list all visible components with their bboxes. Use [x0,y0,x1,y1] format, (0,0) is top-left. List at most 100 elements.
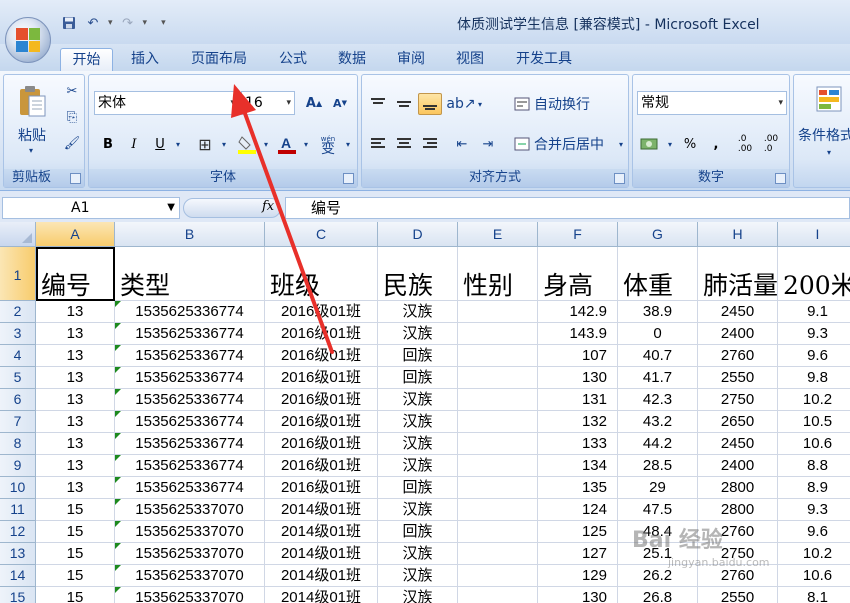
table-cell[interactable]: 15 [36,565,115,587]
tab-insert[interactable]: 插入 [120,48,170,71]
column-header-e[interactable]: E [458,222,538,247]
chevron-down-icon[interactable]: ▾ [26,145,36,155]
table-cell[interactable]: 13 [36,301,115,323]
table-cell[interactable]: 13 [36,389,115,411]
header-cell[interactable]: 类型 [115,247,265,301]
bold-button[interactable]: B [97,133,119,155]
table-cell[interactable] [458,433,538,455]
dialog-launcher-icon[interactable] [614,173,625,184]
table-cell[interactable] [458,455,538,477]
table-cell[interactable] [458,499,538,521]
table-cell[interactable]: 13 [36,367,115,389]
table-cell[interactable]: 135 [538,477,618,499]
table-cell[interactable]: 9.8 [778,367,850,389]
table-cell[interactable]: 43.2 [618,411,698,433]
table-cell[interactable] [458,521,538,543]
save-icon[interactable] [60,14,78,32]
orientation-icon[interactable]: ab↗ [446,93,475,115]
table-cell[interactable] [458,301,538,323]
column-header-g[interactable]: G [618,222,698,247]
table-cell[interactable]: 汉族 [378,411,458,433]
table-cell[interactable]: 13 [36,477,115,499]
table-cell[interactable]: 1535625336774 [115,477,265,499]
table-cell[interactable]: 10.6 [778,433,850,455]
phonetic-icon[interactable]: wén 变 [315,131,341,157]
table-cell[interactable]: 汉族 [378,455,458,477]
table-cell[interactable]: 汉族 [378,301,458,323]
font-name-field[interactable]: 宋体 ▾ [94,91,239,115]
column-header-c[interactable]: C [265,222,378,247]
table-cell[interactable]: 9.3 [778,499,850,521]
fill-color-icon[interactable] [235,133,259,155]
row-header-15[interactable]: 15 [0,587,36,603]
header-cell[interactable]: 性别 [458,247,538,301]
header-cell[interactable]: 编号 [36,247,115,301]
number-format-field[interactable]: 常规 ▾ [637,91,787,115]
header-cell[interactable]: 肺活量 [698,247,778,301]
table-cell[interactable]: 0 [618,323,698,345]
table-cell[interactable]: 13 [36,433,115,455]
row-header-8[interactable]: 8 [0,433,36,455]
comma-button[interactable]: , [705,133,727,155]
table-cell[interactable]: 2016级01班 [265,389,378,411]
table-cell[interactable]: 2014级01班 [265,565,378,587]
row-header-2[interactable]: 2 [0,301,36,323]
chevron-down-icon[interactable]: ▾ [475,99,485,109]
table-cell[interactable]: 1535625336774 [115,411,265,433]
align-center-icon[interactable] [392,133,416,155]
chevron-down-icon[interactable]: ▾ [219,139,229,149]
row-header-4[interactable]: 4 [0,345,36,367]
table-cell[interactable]: 2014级01班 [265,543,378,565]
table-cell[interactable]: 2014级01班 [265,499,378,521]
conditional-format-icon[interactable] [814,83,844,115]
table-cell[interactable] [458,565,538,587]
table-cell[interactable]: 1535625337070 [115,565,265,587]
row-header-1[interactable]: 1 [0,247,36,301]
row-header-10[interactable]: 10 [0,477,36,499]
table-cell[interactable]: 40.7 [618,345,698,367]
tab-formulas[interactable]: 公式 [270,48,316,71]
column-header-i[interactable]: I [778,222,850,247]
dialog-launcher-icon[interactable] [775,173,786,184]
table-cell[interactable]: 1535625337070 [115,521,265,543]
table-cell[interactable]: 汉族 [378,499,458,521]
table-cell[interactable]: 2016级01班 [265,455,378,477]
table-cell[interactable]: 1535625337070 [115,587,265,603]
office-button[interactable] [5,17,51,63]
table-cell[interactable]: 2760 [698,345,778,367]
row-header-6[interactable]: 6 [0,389,36,411]
table-cell[interactable]: 2450 [698,433,778,455]
table-cell[interactable]: 汉族 [378,543,458,565]
table-cell[interactable]: 汉族 [378,433,458,455]
table-cell[interactable]: 41.7 [618,367,698,389]
table-cell[interactable]: 125 [538,521,618,543]
table-cell[interactable]: 汉族 [378,389,458,411]
table-cell[interactable]: 1535625336774 [115,455,265,477]
table-cell[interactable]: 28.5 [618,455,698,477]
dialog-launcher-icon[interactable] [343,173,354,184]
table-cell[interactable]: 44.2 [618,433,698,455]
align-top-icon[interactable] [366,93,390,115]
table-cell[interactable]: 130 [538,587,618,603]
table-cell[interactable]: 124 [538,499,618,521]
table-cell[interactable] [458,411,538,433]
table-cell[interactable]: 134 [538,455,618,477]
table-cell[interactable]: 13 [36,455,115,477]
header-cell[interactable]: 班级 [265,247,378,301]
table-cell[interactable] [458,323,538,345]
table-cell[interactable]: 10.6 [778,565,850,587]
table-cell[interactable]: 9.6 [778,521,850,543]
row-header-5[interactable]: 5 [0,367,36,389]
conditional-format-label[interactable]: 条件格式 [798,125,850,145]
table-cell[interactable]: 2800 [698,477,778,499]
table-cell[interactable]: 8.8 [778,455,850,477]
table-cell[interactable] [458,543,538,565]
row-header-11[interactable]: 11 [0,499,36,521]
table-cell[interactable]: 1535625336774 [115,345,265,367]
table-cell[interactable]: 9.3 [778,323,850,345]
table-cell[interactable]: 回族 [378,345,458,367]
column-header-a[interactable]: A [36,222,115,247]
table-cell[interactable]: 47.5 [618,499,698,521]
align-left-icon[interactable] [366,133,390,155]
increase-indent-icon[interactable]: ⇥ [476,133,500,155]
